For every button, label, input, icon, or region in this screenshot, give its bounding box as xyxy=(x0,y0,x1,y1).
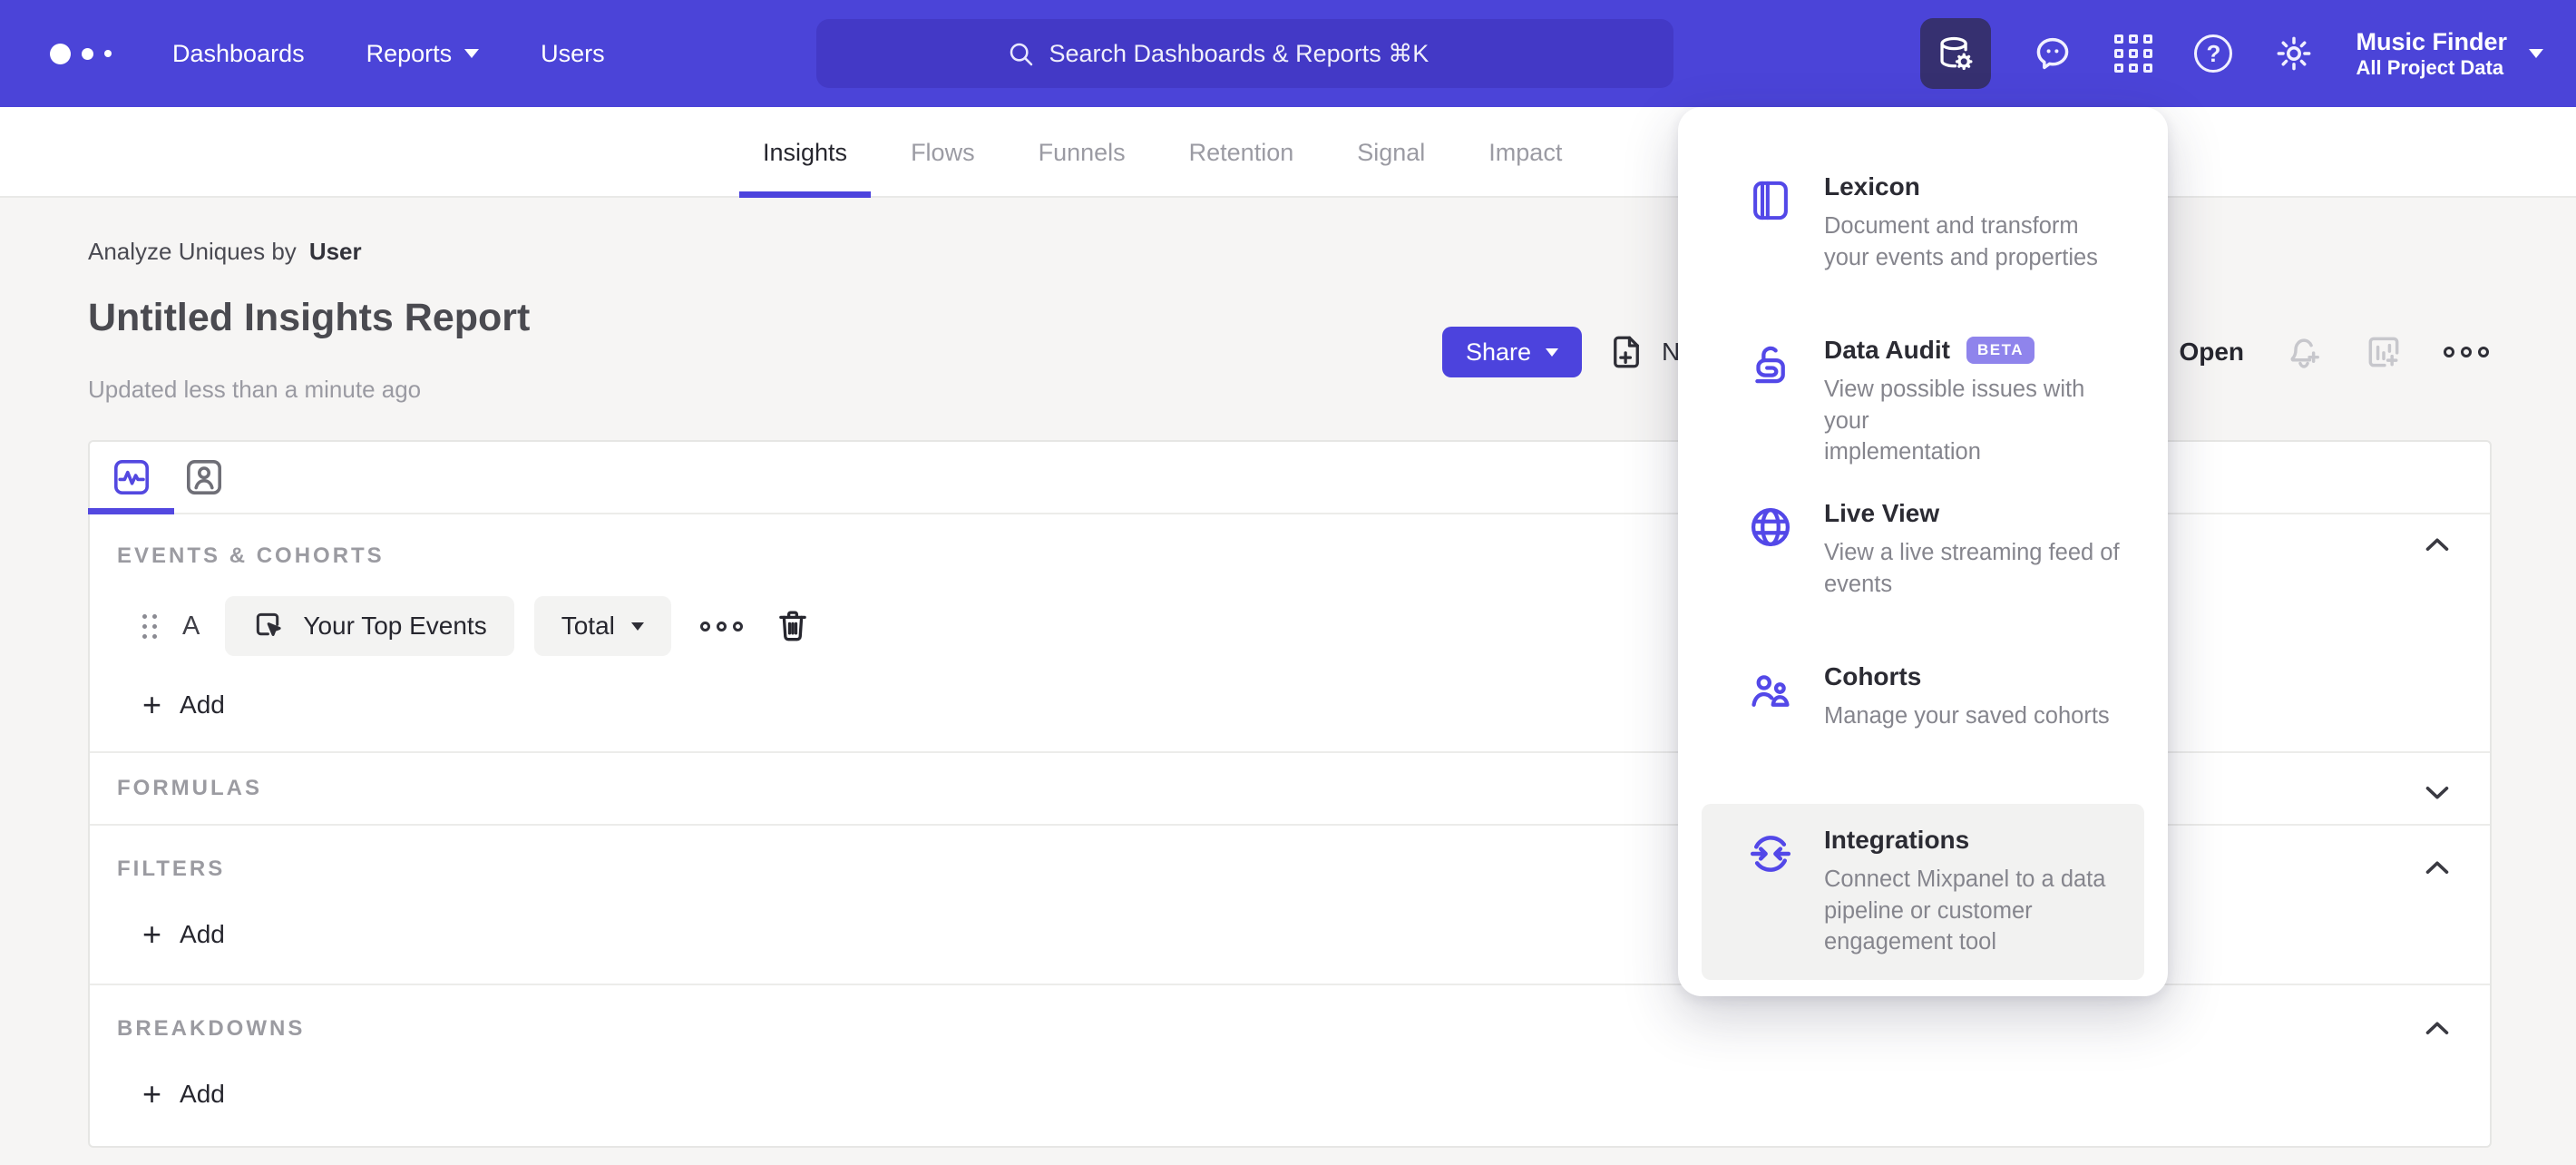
nav-item-reports[interactable]: Reports xyxy=(366,40,480,68)
project-scope: All Project Data xyxy=(2356,55,2504,79)
profiles-tab-icon[interactable] xyxy=(182,455,226,499)
active-builder-tab-underline xyxy=(88,508,174,514)
feedback-chat-icon[interactable] xyxy=(2033,34,2073,73)
collapse-filters-chevron-up-icon[interactable] xyxy=(2421,852,2454,889)
tab-insights[interactable]: Insights xyxy=(739,107,872,198)
caret-down-icon xyxy=(464,49,480,58)
collapse-events-chevron-up-icon[interactable] xyxy=(2421,529,2454,566)
settings-gear-icon[interactable] xyxy=(2274,34,2314,73)
share-button[interactable]: Share xyxy=(1442,327,1583,377)
lexicon-book-icon xyxy=(1746,176,1795,230)
add-alert-bell-icon[interactable] xyxy=(2284,332,2324,372)
mixpanel-insights-screen: Dashboards Reports Users Search Dashboar… xyxy=(0,0,2576,1165)
search-icon xyxy=(1010,43,1032,66)
menu-item-live-view[interactable]: Live View View a live streaming feed of … xyxy=(1678,477,2168,641)
updated-timestamp: Updated less than a minute ago xyxy=(88,376,422,403)
tab-funnels[interactable]: Funnels xyxy=(1015,107,1149,198)
menu-item-title: Data Audit BETA xyxy=(1824,336,2132,365)
expand-formulas-chevron-down-icon[interactable] xyxy=(2421,776,2454,813)
breakdowns-header: BREAKDOWNS xyxy=(117,1016,306,1041)
nav-item-dashboards[interactable]: Dashboards xyxy=(172,40,305,68)
trash-icon[interactable] xyxy=(774,607,812,645)
global-search[interactable] xyxy=(816,19,1673,88)
report-title[interactable]: Untitled Insights Report xyxy=(88,296,530,340)
top-nav: Dashboards Reports Users Search Dashboar… xyxy=(0,0,2576,107)
report-actions: Open xyxy=(2121,327,2489,377)
menu-item-integrations[interactable]: Integrations Connect Mixpanel to a data … xyxy=(1702,804,2144,981)
analyze-label: Analyze Uniques by xyxy=(88,238,297,265)
tab-retention[interactable]: Retention xyxy=(1166,107,1318,198)
menu-item-title: Lexicon xyxy=(1824,172,1920,201)
caret-down-icon xyxy=(1546,348,1559,357)
menu-item-title: Cohorts xyxy=(1824,662,1922,690)
cohorts-users-icon xyxy=(1746,666,1795,720)
tab-impact[interactable]: Impact xyxy=(1465,107,1586,198)
pulse-chart-tab-icon[interactable] xyxy=(110,455,153,499)
search-input[interactable] xyxy=(1049,39,1485,68)
tab-signal[interactable]: Signal xyxy=(1333,107,1449,198)
help-glyph: ? xyxy=(2194,34,2233,73)
menu-item-title: Live View xyxy=(1824,499,1940,527)
project-name: Music Finder xyxy=(2356,27,2507,55)
menu-item-desc: Manage your saved cohorts xyxy=(1824,703,2110,729)
menu-item-desc: View possible issues with your implement… xyxy=(1824,377,2085,465)
analyze-value: User xyxy=(308,238,362,265)
drag-handle-icon[interactable] xyxy=(142,613,157,639)
integrations-sync-icon xyxy=(1746,829,1795,883)
nav-item-users[interactable]: Users xyxy=(541,40,605,68)
report-tabbar: Insights Flows Funnels Retention Signal … xyxy=(0,107,2576,198)
event-cursor-icon xyxy=(257,612,281,637)
mixpanel-dots-logo[interactable] xyxy=(50,0,112,107)
more-ellipsis-icon[interactable] xyxy=(2444,347,2489,357)
menu-item-desc: Document and transform your events and p… xyxy=(1824,213,2098,270)
add-breakdown-button[interactable]: + Add xyxy=(142,1078,2490,1111)
data-audit-lock-icon xyxy=(1746,339,1795,393)
add-to-board-icon[interactable] xyxy=(2364,332,2404,372)
nav-right-icons: ? Music Finder All Project Data xyxy=(1920,0,2543,107)
new-report-icon xyxy=(1614,336,1639,368)
row-more-ellipsis-icon[interactable] xyxy=(699,621,743,631)
menu-item-desc: View a live streaming feed of events xyxy=(1824,540,2120,597)
caret-down-icon xyxy=(630,622,644,631)
beta-badge: BETA xyxy=(1966,337,2034,364)
tab-flows[interactable]: Flows xyxy=(887,107,999,198)
row-letter: A xyxy=(182,611,200,641)
help-icon[interactable]: ? xyxy=(2194,34,2233,73)
menu-item-data-audit[interactable]: Data Audit BETA View possible issues wit… xyxy=(1678,314,2168,477)
analyze-line: Analyze Uniques by User xyxy=(88,238,362,266)
report-tabs: Insights Flows Funnels Retention Signal … xyxy=(739,107,1586,198)
plus-icon: + xyxy=(142,1075,162,1112)
nav-menu: Dashboards Reports Users xyxy=(172,0,605,107)
menu-item-title: Integrations xyxy=(1824,826,1970,854)
breakdowns-section: BREAKDOWNS + Add xyxy=(90,985,2490,1141)
live-view-globe-icon xyxy=(1746,503,1795,556)
collapse-breakdowns-chevron-up-icon[interactable] xyxy=(2421,1013,2454,1050)
project-selector[interactable]: Music Finder All Project Data xyxy=(2356,28,2543,79)
plus-icon: + xyxy=(142,915,162,953)
menu-item-cohorts[interactable]: Cohorts Manage your saved cohorts xyxy=(1678,641,2168,804)
data-management-dropdown: Lexicon Document and transform your even… xyxy=(1678,107,2168,996)
data-management-icon[interactable] xyxy=(1920,18,1992,89)
metric-dropdown[interactable]: Total xyxy=(533,596,671,656)
formulas-header: FORMULAS xyxy=(117,776,262,800)
caret-down-icon xyxy=(2529,49,2543,58)
event-picker-button[interactable]: Your Top Events xyxy=(225,596,514,656)
plus-icon: + xyxy=(142,686,162,723)
menu-item-lexicon[interactable]: Lexicon Document and transform your even… xyxy=(1678,151,2168,314)
menu-item-desc: Connect Mixpanel to a data pipeline or c… xyxy=(1824,866,2106,955)
apps-grid-icon[interactable] xyxy=(2114,34,2153,73)
